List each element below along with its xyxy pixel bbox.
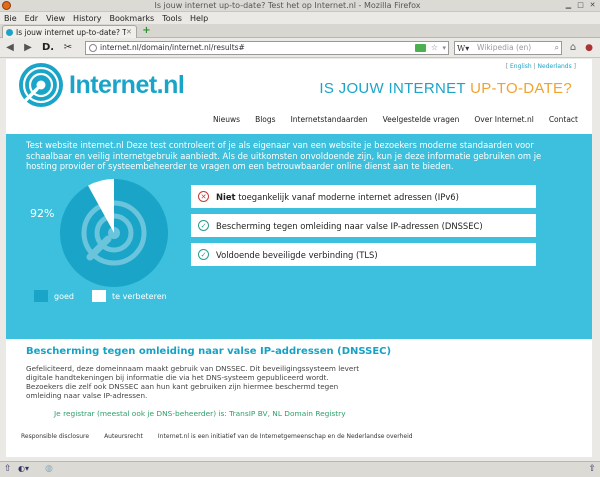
tab-active[interactable]: Is jouw internet up-to-date? Test... ✕ xyxy=(2,25,137,38)
footer-copyright[interactable]: Auteursrecht xyxy=(104,433,143,440)
detail-section: Bescherming tegen omleiding naar valse I… xyxy=(26,346,572,418)
legend-good-swatch xyxy=(34,290,48,302)
result-label: Voldoende beveiligde verbinding (TLS) xyxy=(216,249,378,260)
site-footer: Responsible disclosure Auteursrecht Inte… xyxy=(6,428,592,444)
nav-nieuws[interactable]: Nieuws xyxy=(213,115,240,124)
window-titlebar: Is jouw internet up-to-date? Test het op… xyxy=(0,0,600,12)
maximize-icon[interactable]: □ xyxy=(576,1,585,10)
fail-icon: ✕ xyxy=(198,191,209,202)
adblock-icon[interactable]: ● xyxy=(583,41,595,55)
forward-icon[interactable]: ▶ xyxy=(22,41,34,55)
legend-improve-swatch xyxy=(91,290,106,302)
menu-bar: Bie Edr View History Bookmarks Tools Hel… xyxy=(0,12,600,24)
back-icon[interactable]: ◀ xyxy=(4,41,16,55)
menu-edit[interactable]: Edr xyxy=(21,14,42,23)
site-header: Internet.nl [ English | Nederlands ] IS … xyxy=(6,59,592,125)
result-label: Bescherming tegen omleiding naar valse I… xyxy=(216,220,483,231)
nav-internetstandaarden[interactable]: Internetstandaarden xyxy=(291,115,368,124)
score-percentage: 92% xyxy=(30,207,55,220)
close-icon[interactable]: ✕ xyxy=(588,1,597,10)
certificate-badge-icon[interactable] xyxy=(415,44,426,52)
window-title: Is jouw internet up-to-date? Test het op… xyxy=(154,1,421,10)
logo-icon[interactable] xyxy=(18,62,64,108)
nav-faq[interactable]: Veelgestelde vragen xyxy=(383,115,460,124)
check-icon: ✓ xyxy=(198,220,209,231)
url-bar[interactable]: internet.nl/domain/internet.nl/results# … xyxy=(85,41,449,55)
url-dropdown-icon[interactable]: ▾ xyxy=(442,42,446,54)
menu-view[interactable]: View xyxy=(42,14,69,23)
home-icon[interactable]: ⌂ xyxy=(567,41,579,55)
status-right-icon[interactable]: ⇧ xyxy=(588,464,596,474)
status-addon-icon[interactable]: ◐▾ xyxy=(18,464,29,473)
check-icon: ✓ xyxy=(198,249,209,260)
detail-body: Gefeliciteerd, deze domeinnaam maakt geb… xyxy=(26,364,360,400)
nav-blogs[interactable]: Blogs xyxy=(255,115,276,124)
nav-contact[interactable]: Contact xyxy=(549,115,578,124)
search-bar[interactable]: W▾ Wikipedia (en) ⌕ xyxy=(454,41,562,55)
menu-file[interactable]: Bie xyxy=(0,14,21,23)
tab-close-icon[interactable]: ✕ xyxy=(126,28,134,36)
result-label: Niet toegankelijk vanaf moderne internet… xyxy=(216,191,459,202)
score-pie-chart xyxy=(60,179,168,287)
menu-history[interactable]: History xyxy=(69,14,105,23)
page-content: Internet.nl [ English | Nederlands ] IS … xyxy=(6,59,592,457)
main-nav: Nieuws Blogs Internetstandaarden Veelges… xyxy=(213,115,578,124)
cut-icon[interactable]: ✂ xyxy=(62,41,74,55)
registrar-info: Je registrar (meestal ook je DNS-beheerd… xyxy=(54,409,346,418)
bookmark-star-icon[interactable]: ☆ xyxy=(431,42,438,54)
legend-improve-label: te verbeteren xyxy=(111,291,167,301)
score-legend: goed te verbeteren xyxy=(34,290,167,302)
firefox-icon xyxy=(2,1,11,10)
footer-responsible-disclosure[interactable]: Responsible disclosure xyxy=(21,433,89,440)
menu-bookmarks[interactable]: Bookmarks xyxy=(106,14,159,23)
nav-about[interactable]: Over Internet.nl xyxy=(474,115,533,124)
tab-label: Is jouw internet up-to-date? Test... xyxy=(16,27,126,37)
results-band: Test website internet.nl Deze test contr… xyxy=(6,134,592,339)
menu-help[interactable]: Help xyxy=(186,14,212,23)
legend-good-label: goed xyxy=(54,291,74,301)
menu-tools[interactable]: Tools xyxy=(158,14,186,23)
wikipedia-icon[interactable]: W▾ xyxy=(457,43,469,55)
site-identity-icon[interactable] xyxy=(89,44,97,52)
result-tls[interactable]: ✓ Voldoende beveiligde verbinding (TLS) xyxy=(191,243,536,266)
new-tab-icon[interactable]: + xyxy=(141,26,152,36)
dashlane-icon[interactable]: D. xyxy=(42,41,54,55)
minimize-icon[interactable]: ▁ xyxy=(564,1,573,10)
logo-text[interactable]: Internet.nl xyxy=(69,71,185,100)
intro-text: Test website internet.nl Deze test contr… xyxy=(26,140,542,171)
language-switch: [ English | Nederlands ] xyxy=(505,63,576,70)
result-dnssec[interactable]: ✓ Bescherming tegen omleiding naar valse… xyxy=(191,214,536,237)
favicon-icon xyxy=(6,28,13,36)
lang-dutch-link[interactable]: Nederlands xyxy=(538,63,572,70)
result-ipv6[interactable]: ✕ Niet toegankelijk vanaf moderne intern… xyxy=(191,185,536,208)
search-icon[interactable]: ⌕ xyxy=(555,42,559,54)
footer-initiative: Internet.nl is een initiatief van de Int… xyxy=(157,432,413,440)
tab-bar: Is jouw internet up-to-date? Test... ✕ xyxy=(0,24,600,38)
lang-english-link[interactable]: English xyxy=(510,63,532,70)
tagline: IS JOUW INTERNET UP-TO-DATE? xyxy=(319,80,572,97)
detail-heading: Bescherming tegen omleiding naar valse I… xyxy=(26,346,392,357)
status-bar: ⇧ ◐▾ ◍ ⇧ xyxy=(0,461,600,477)
results-list: ✕ Niet toegankelijk vanaf moderne intern… xyxy=(191,185,536,272)
search-placeholder: Wikipedia (en) xyxy=(477,43,532,52)
status-info-icon: ◍ xyxy=(45,464,53,474)
status-arrow-icon[interactable]: ⇧ xyxy=(4,464,12,474)
url-text: internet.nl/domain/internet.nl/results# xyxy=(100,43,245,52)
